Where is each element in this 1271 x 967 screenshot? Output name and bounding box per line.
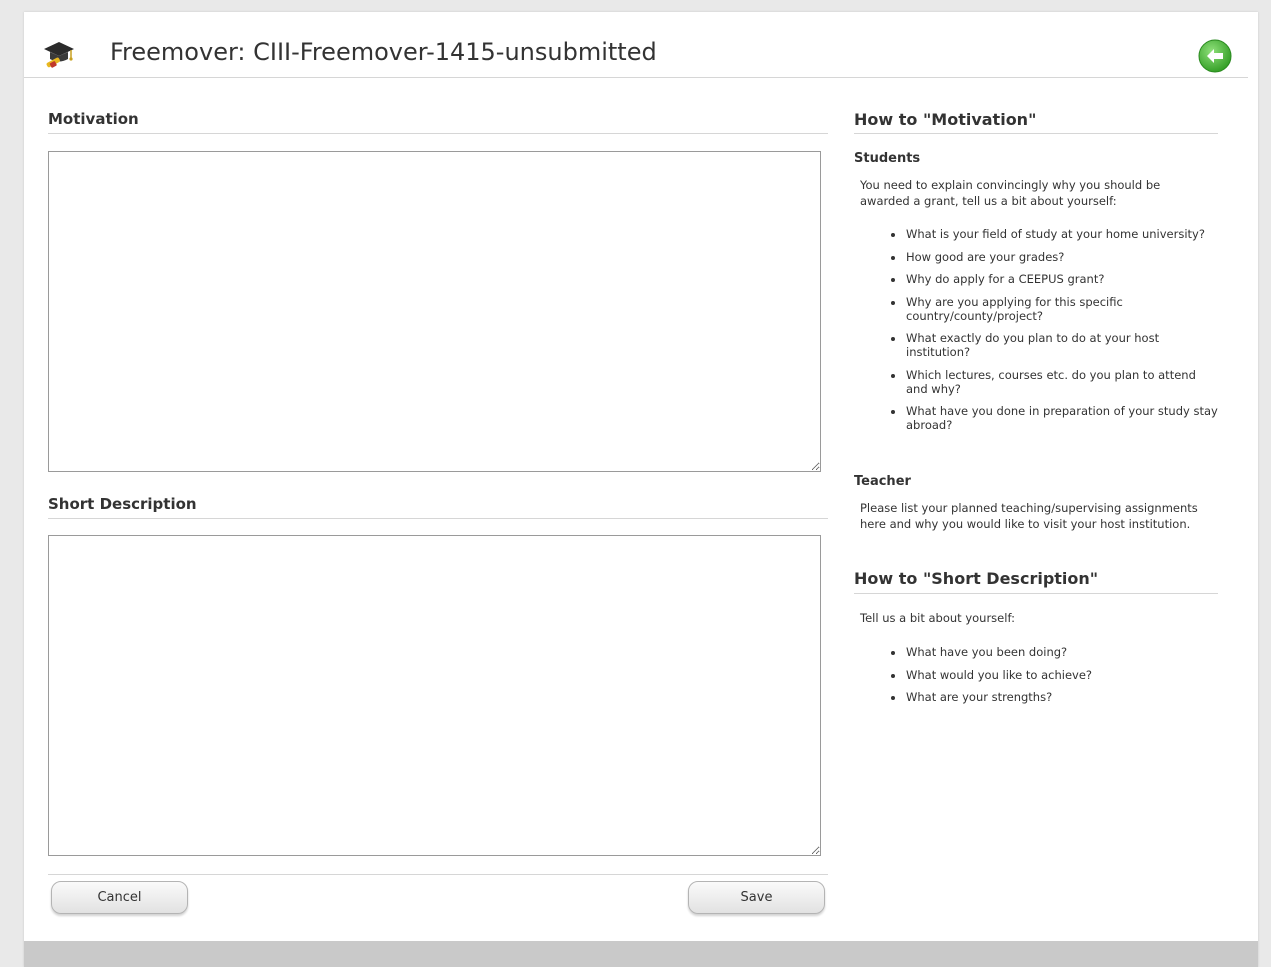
form-footer-divider bbox=[48, 874, 828, 875]
motivation-textarea[interactable] bbox=[48, 151, 821, 472]
help-list-item: What have you done in preparation of you… bbox=[886, 404, 1221, 432]
page-header: Freemover: CIII-Freemover-1415-unsubmitt… bbox=[24, 12, 1248, 78]
help-list-item: What is your field of study at your home… bbox=[886, 227, 1221, 241]
short-description-label: Short Description bbox=[48, 495, 197, 513]
help-teacher-text: Please list your planned teaching/superv… bbox=[860, 501, 1198, 531]
help-list-item: How good are your grades? bbox=[886, 250, 1221, 264]
motivation-divider bbox=[48, 133, 828, 134]
help-short-description-title: How to "Short Description" bbox=[854, 569, 1099, 588]
page-title: Freemover: CIII-Freemover-1415-unsubmitt… bbox=[110, 38, 657, 66]
help-list-item: What would you like to achieve? bbox=[886, 668, 1221, 682]
help-students-title: Students bbox=[854, 151, 921, 166]
help-motivation-title: How to "Motivation" bbox=[854, 110, 1037, 129]
help-list-item: Which lectures, courses etc. do you plan… bbox=[886, 368, 1221, 396]
help-list-item: Why do apply for a CEEPUS grant? bbox=[886, 272, 1221, 286]
back-arrow-icon[interactable] bbox=[1198, 39, 1232, 73]
motivation-label: Motivation bbox=[48, 110, 139, 128]
help-teacher-title: Teacher bbox=[854, 474, 911, 489]
help-short-description-divider bbox=[854, 593, 1218, 594]
short-description-textarea[interactable] bbox=[48, 535, 821, 856]
help-list-item: What exactly do you plan to do at your h… bbox=[886, 331, 1221, 359]
cancel-button[interactable]: Cancel bbox=[51, 881, 188, 914]
help-list-item: What have you been doing? bbox=[886, 645, 1221, 659]
help-motivation-divider bbox=[854, 133, 1218, 134]
footer-bar bbox=[24, 941, 1258, 967]
save-button[interactable]: Save bbox=[688, 881, 825, 914]
help-students-list: What is your field of study at your home… bbox=[886, 227, 1221, 441]
help-short-list: What have you been doing? What would you … bbox=[886, 645, 1221, 713]
help-students-intro: You need to explain convincingly why you… bbox=[860, 178, 1161, 208]
help-short-intro: Tell us a bit about yourself: bbox=[860, 611, 1015, 625]
help-list-item: What are your strengths? bbox=[886, 690, 1221, 704]
help-list-item: Why are you applying for this specific c… bbox=[886, 295, 1221, 323]
main-panel: Freemover: CIII-Freemover-1415-unsubmitt… bbox=[24, 12, 1258, 967]
short-description-divider bbox=[48, 518, 828, 519]
graduation-cap-icon bbox=[44, 42, 74, 68]
